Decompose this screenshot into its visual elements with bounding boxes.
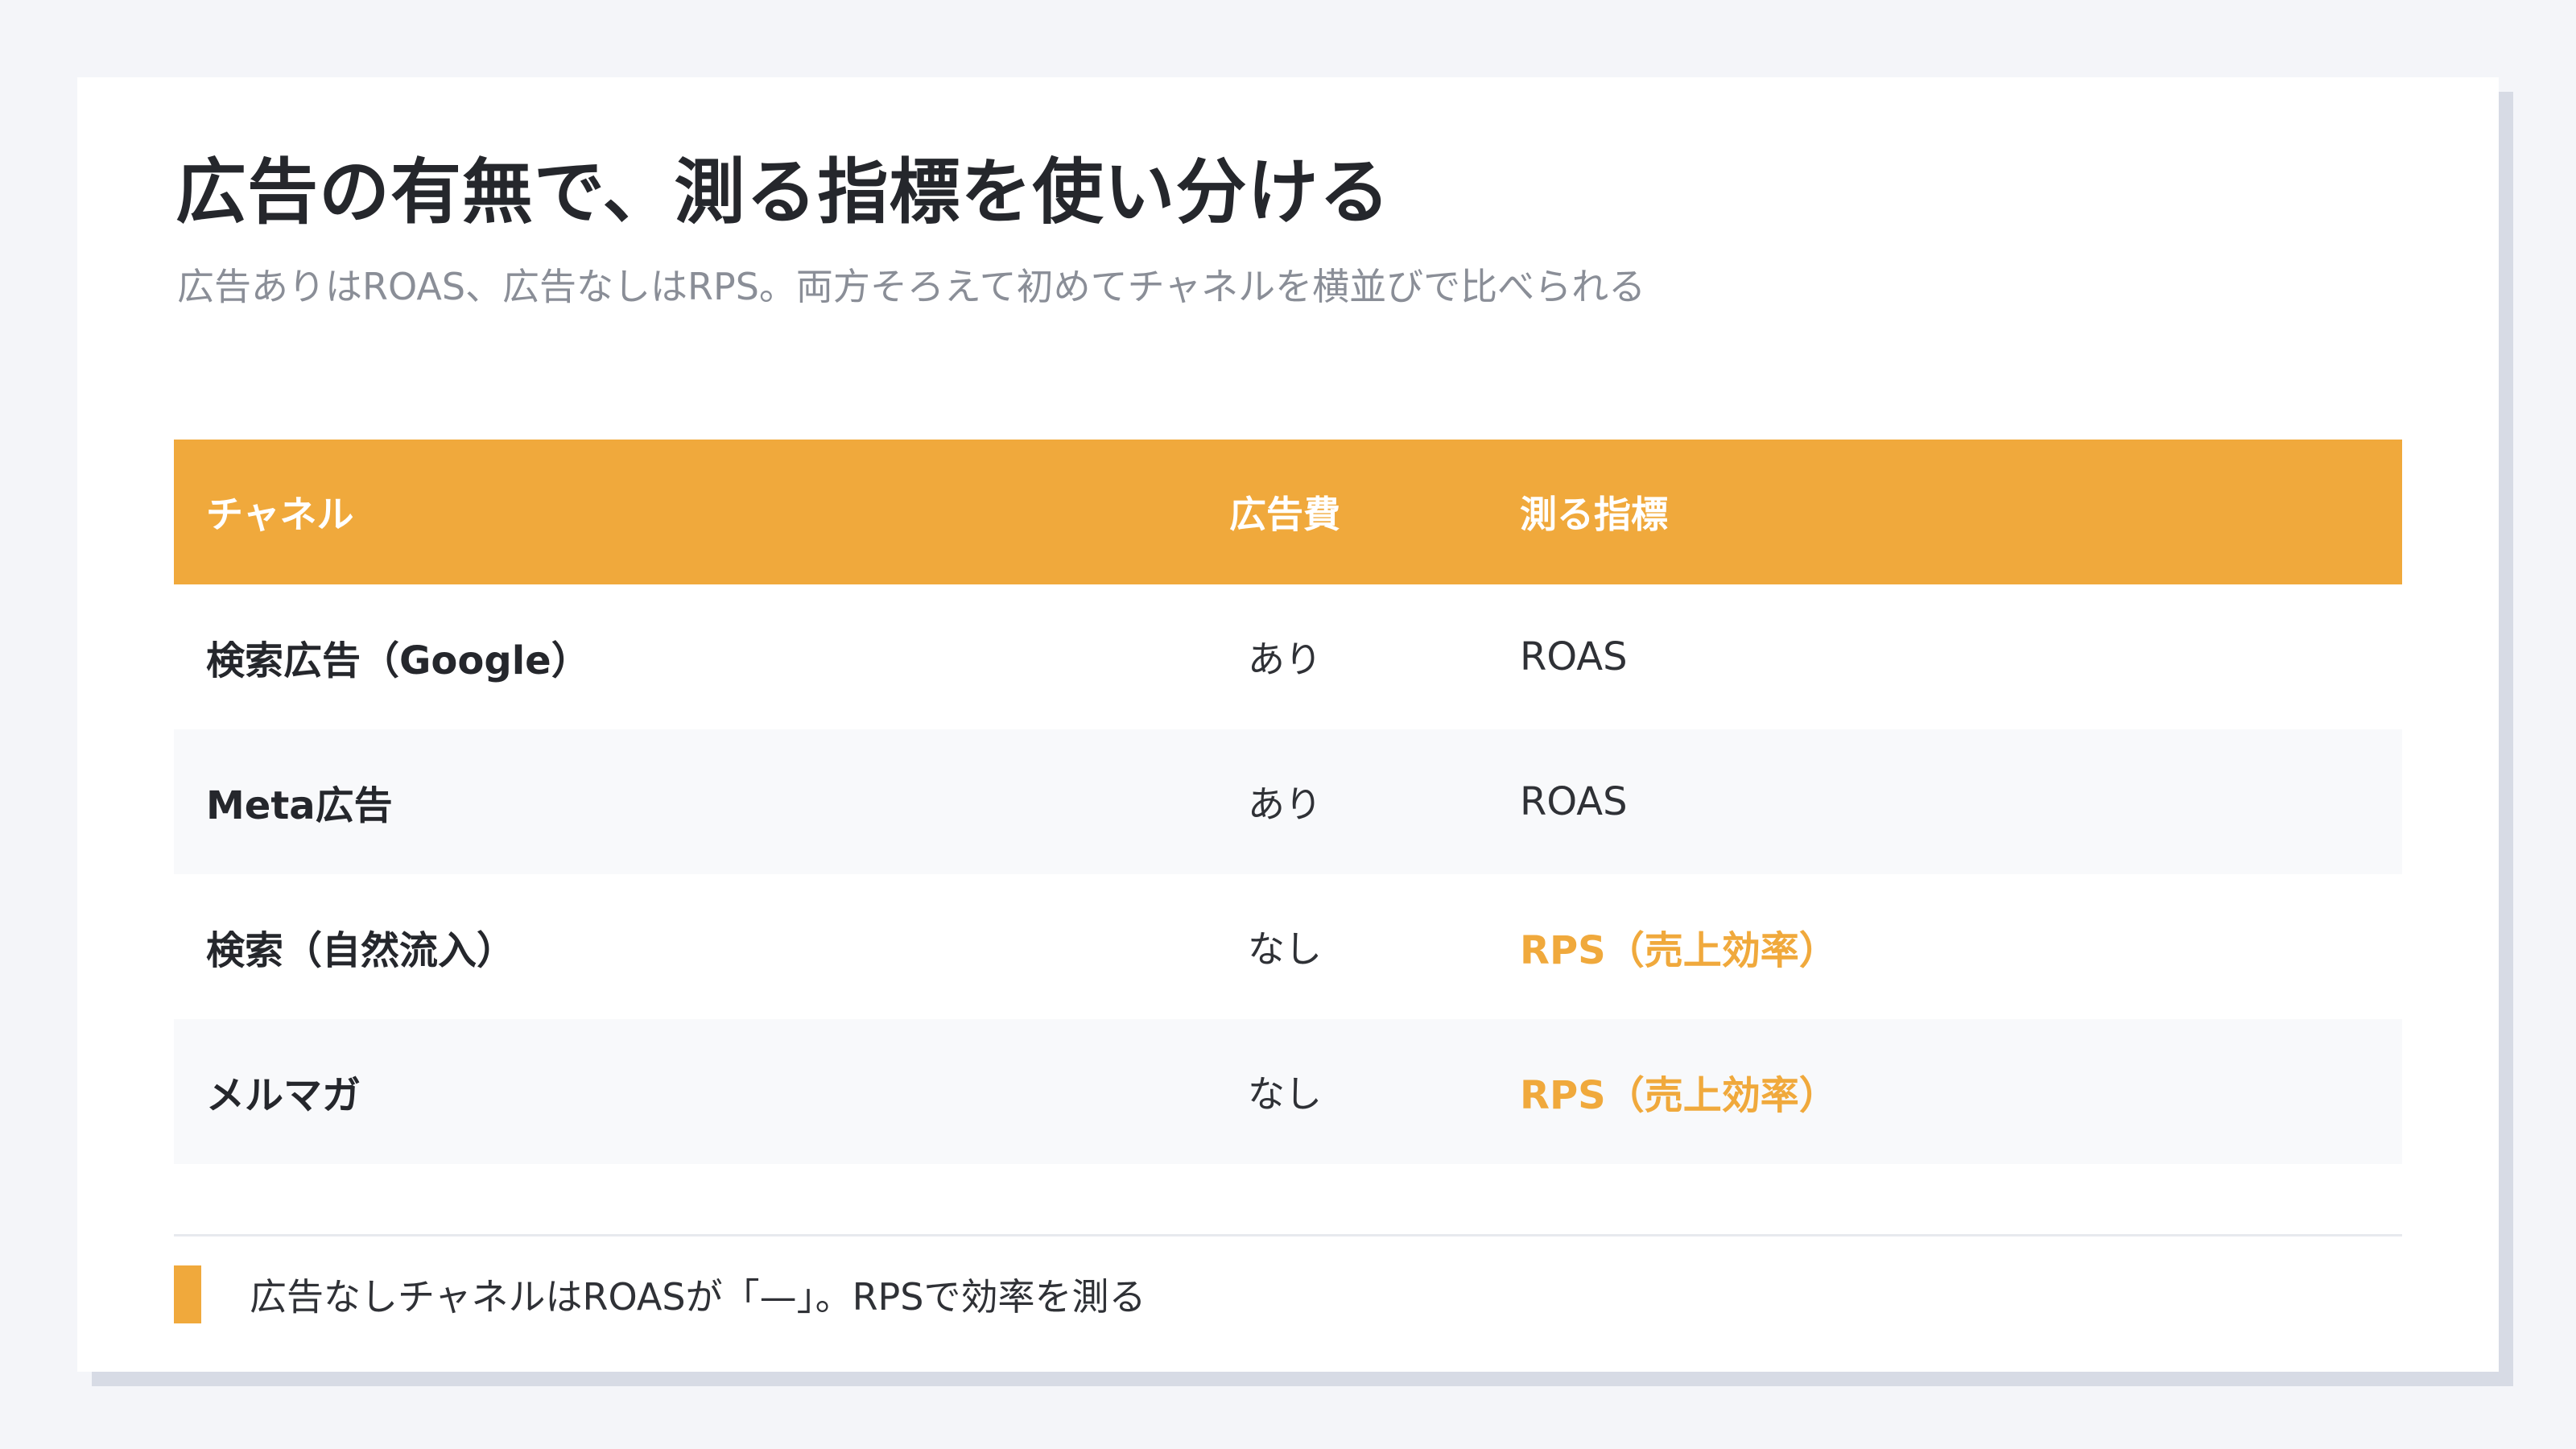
table-row: Meta広告 あり ROAS [174, 729, 2402, 874]
cell-metric: ROAS [1520, 779, 1628, 824]
header-channel: チャネル [206, 493, 354, 536]
cell-channel: 検索（自然流入） [206, 928, 516, 973]
cell-metric: ROAS [1520, 634, 1628, 679]
cell-channel: 検索広告（Google） [206, 638, 590, 683]
divider [174, 1234, 2402, 1236]
cell-channel: メルマガ [206, 1073, 361, 1118]
note-accent-bar [174, 1265, 201, 1323]
cell-metric-highlight: RPS（売上効率） [1520, 928, 1838, 973]
cell-ad-spend: あり [1248, 638, 1322, 681]
table-row: メルマガ なし RPS（売上効率） [174, 1019, 2402, 1164]
table-row: 検索広告（Google） あり ROAS [174, 584, 2402, 729]
footnote: 広告なしチャネルはROASが「—」。RPSで効率を測る [250, 1275, 1146, 1319]
cell-ad-spend: なし [1248, 1072, 1322, 1116]
page-subtitle: 広告ありはROAS、広告なしはRPS。両方そろえて初めてチャネルを横並びで比べら… [177, 265, 1646, 308]
cell-ad-spend: なし [1248, 927, 1322, 971]
slide-card: 広告の有無で、測る指標を使い分ける 広告ありはROAS、広告なしはRPS。両方そ… [77, 77, 2499, 1372]
header-metric: 測る指標 [1520, 493, 1668, 536]
channel-metric-table: チャネル 広告費 測る指標 検索広告（Google） あり ROAS Meta広… [174, 440, 2402, 1164]
table-header-row: チャネル 広告費 測る指標 [174, 440, 2402, 584]
cell-channel: Meta広告 [206, 783, 393, 828]
header-ad-spend: 広告費 [1229, 493, 1340, 536]
page-title: 広告の有無で、測る指標を使い分ける [175, 151, 1391, 233]
table-row: 検索（自然流入） なし RPS（売上効率） [174, 874, 2402, 1019]
cell-metric-highlight: RPS（売上効率） [1520, 1073, 1838, 1118]
cell-ad-spend: あり [1248, 782, 1322, 826]
